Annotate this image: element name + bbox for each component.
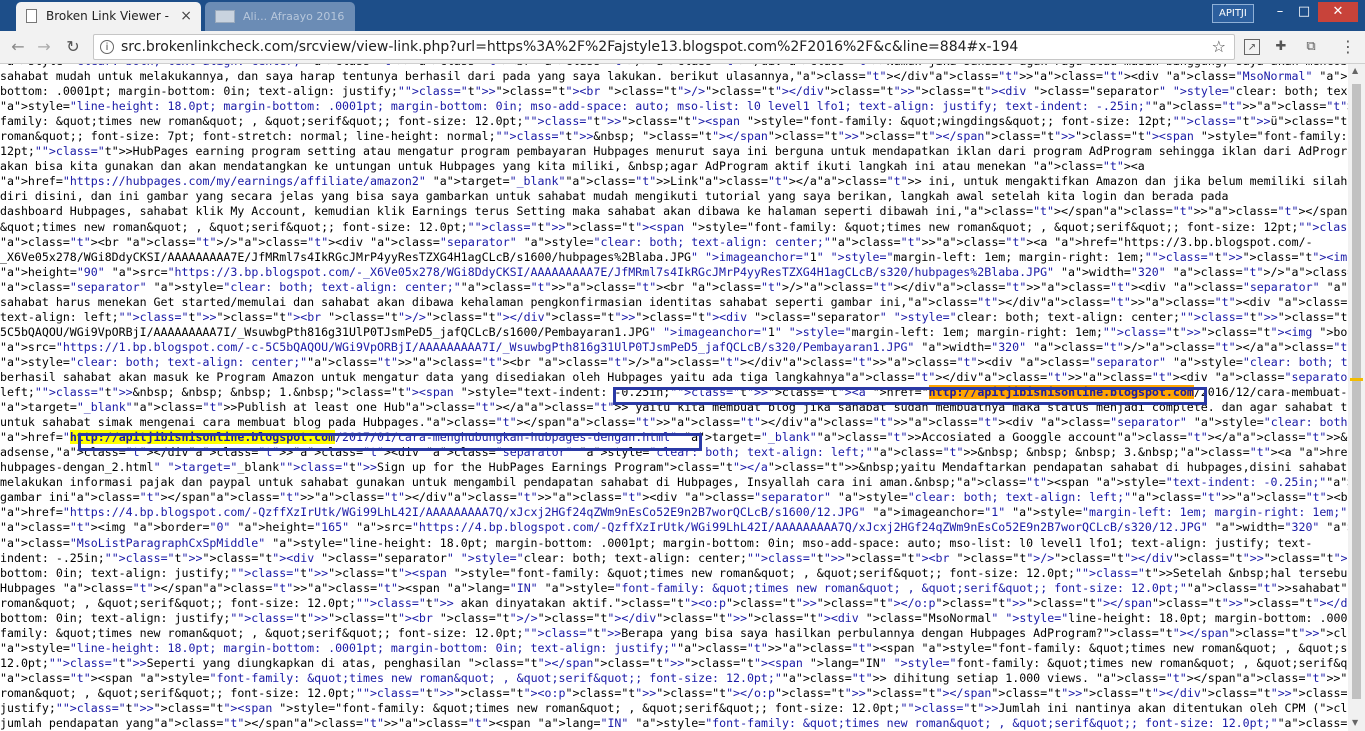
highlight-box-1 — [613, 387, 1207, 405]
source-line: hubpages-dengan_2.html" ">target="_blank… — [0, 460, 727, 475]
source-line: dashboard Hubpages, sahabat klik My Acco… — [0, 204, 1027, 219]
source-line: "a">class — [0, 279, 63, 294]
source-line: roman&quot; , &quot;serif&quot;; font-si… — [0, 685, 517, 700]
source-line: berhasil sahabat akan masuk ke Program A… — [0, 369, 908, 384]
source-line: text-align: left;"">class="t">>">class=" — [0, 309, 280, 324]
reload-icon[interactable]: ↻ — [62, 36, 84, 58]
source-line: "a">class — [0, 520, 63, 535]
source-line: diri disini, dan ini gambar yang secara … — [0, 189, 1229, 204]
source-line: "a">src — [0, 339, 49, 354]
window-titlebar: Broken Link Viewer - Web × Ali... Afraay… — [0, 0, 1365, 31]
source-line: sahabat mudah untuk melakukannya, dan sa… — [0, 69, 859, 84]
source-line: "a">href — [0, 430, 56, 445]
source-line: family: &quot;times new roman&quot; , &q… — [0, 625, 1166, 640]
scroll-up-icon[interactable]: ▲ — [1352, 66, 1358, 75]
close-window-icon[interactable]: ✕ — [1318, 2, 1358, 22]
forward-icon[interactable]: → — [33, 36, 55, 58]
source-line: "a">target — [0, 400, 70, 415]
source-line: "a">href — [0, 174, 56, 189]
star-icon[interactable]: ☆ — [1212, 37, 1226, 56]
source-line: "a">style — [0, 99, 63, 114]
source-line: justify;"">class="t">>">class=" — [0, 701, 217, 716]
source-line: family: &quot;times new roman&quot; , &q… — [0, 114, 685, 129]
url-text[interactable]: src.brokenlinkcheck.com/srcview/view-lin… — [121, 39, 1018, 55]
page-icon — [26, 9, 37, 23]
source-line: "a">href — [0, 505, 56, 520]
source-view: "a">style="clear: both; text-align: cent… — [0, 64, 1348, 731]
info-icon[interactable]: i — [100, 40, 114, 54]
source-line: akan bisa kita gunakan dan akan mendatan… — [0, 159, 1096, 174]
source-line: gambar ini"a">class — [0, 490, 133, 505]
source-line: 12pt;"">class="t">> — [0, 144, 133, 159]
maximize-icon[interactable]: □ — [1292, 2, 1316, 22]
source-line: roman&quot; , &quot;serif&quot;; font-si… — [0, 595, 678, 610]
source-line: jumlah pendapatan yang"a">class — [0, 716, 217, 731]
image-icon — [215, 10, 235, 23]
source-line: 5C5bQAQOU/WGi9VpORBjI/AAAAAAAAA7I/_Wsuwb… — [0, 324, 1264, 339]
tab-title: Broken Link Viewer - Web — [46, 9, 172, 23]
source-line: "a">class — [0, 234, 63, 249]
source-line: Hubpages "a">class — [0, 580, 126, 595]
address-bar[interactable]: i src.brokenlinkcheck.com/srcview/view-l… — [93, 34, 1235, 60]
vertical-scrollbar[interactable]: ▲ ▼ — [1348, 64, 1365, 731]
source-line: "a">class — [0, 670, 63, 685]
source-line: "a">class — [0, 535, 63, 550]
highlight-box-2 — [78, 433, 702, 451]
tab-broken-link-viewer[interactable]: Broken Link Viewer - Web × — [16, 2, 201, 31]
profile-button[interactable]: APITJI — [1212, 4, 1254, 23]
source-line: left;"">class="t">>&nbsp; &nbsp; &nbsp; … — [0, 385, 398, 400]
source-line: &quot;times new roman&quot; , &quot;seri… — [0, 219, 629, 234]
source-line: indent: -.25in;"">class="t">>">class=" — [0, 550, 266, 565]
scroll-down-icon[interactable]: ▼ — [1352, 718, 1358, 727]
back-icon[interactable]: ← — [7, 36, 29, 58]
extension-icon[interactable]: ⧉ — [1303, 39, 1319, 55]
source-line: roman&quot;; font-size: 7pt; font-stretc… — [0, 129, 706, 144]
source-line: untuk sahabat simak mengenai cara membua… — [0, 415, 489, 430]
source-line: bottom: 0in; text-align: justify;"">clas… — [0, 565, 391, 580]
menu-icon[interactable]: ⋮ — [1340, 39, 1356, 55]
source-line: sahabat harus menekan Get started/memula… — [0, 294, 971, 309]
source-line: "a">style — [0, 354, 63, 369]
source-line: _X6Ve05x278/WGi8DdyCKSI/AAAAAAAAA7E/JfMR… — [0, 249, 1306, 264]
minimize-icon[interactable]: – — [1268, 2, 1292, 22]
find-marker — [1350, 378, 1363, 381]
tab-title-inactive: Ali... Afraayo 2016 — [243, 10, 345, 23]
extension-chart-icon[interactable]: ↗ — [1244, 39, 1260, 55]
puzzle-icon[interactable]: ✚ — [1273, 39, 1289, 55]
close-tab-icon[interactable]: × — [180, 8, 192, 24]
source-line: "a">style — [0, 64, 63, 68]
source-line: 12.0pt;"">class="t">>Seperti yang diungk… — [0, 655, 531, 670]
browser-toolbar: ← → ↻ i src.brokenlinkcheck.com/srcview/… — [0, 31, 1365, 64]
source-line: bottom: 0in; text-align: justify;"">clas… — [0, 610, 391, 625]
source-line: "a">style — [0, 640, 63, 655]
source-line: "a">height — [0, 264, 70, 279]
source-line: melakukan informasi pajak dan paypal unt… — [0, 475, 1020, 490]
tab-inactive[interactable]: Ali... Afraayo 2016 — [205, 2, 355, 31]
scroll-thumb[interactable] — [1352, 84, 1361, 699]
source-line: bottom: .0001pt; margin-bottom: 0in; tex… — [0, 84, 559, 99]
